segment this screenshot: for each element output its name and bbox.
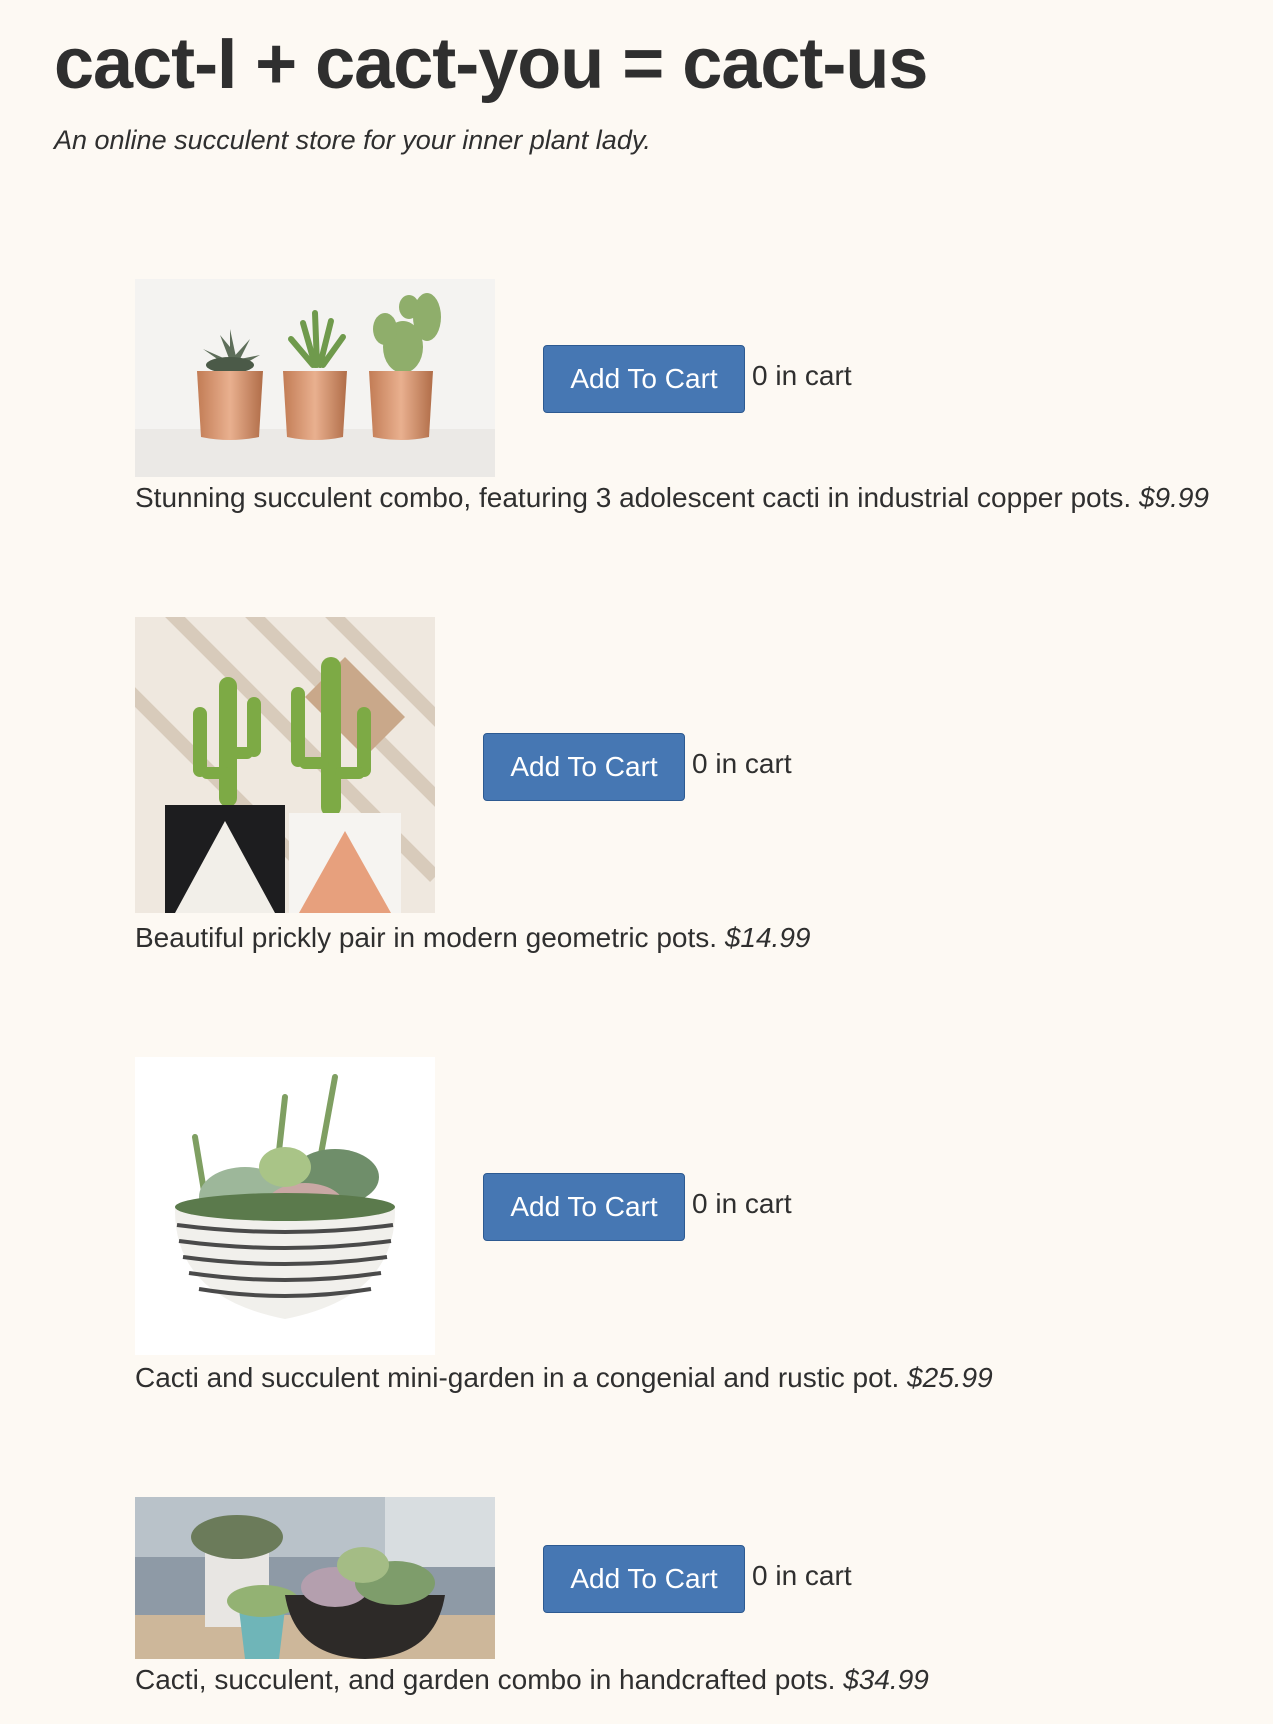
description-text: Beautiful prickly pair in modern geometr…: [135, 922, 718, 953]
product-description: Stunning succulent combo, featuring 3 ad…: [135, 478, 1209, 518]
handcrafted-pots-succulents-photo: [135, 1497, 495, 1659]
copper-pots-cacti-photo: [135, 279, 495, 477]
product-description: Beautiful prickly pair in modern geometr…: [135, 918, 810, 958]
add-to-cart-button[interactable]: Add To Cart: [543, 345, 745, 413]
product-description: Cacti, succulent, and garden combo in ha…: [135, 1660, 929, 1700]
geometric-pots-cacti-photo: [135, 617, 435, 913]
add-to-cart-button[interactable]: Add To Cart: [483, 733, 685, 801]
site-title: cact-I + cact-you = cact-us: [54, 24, 928, 104]
add-to-cart-button[interactable]: Add To Cart: [543, 1545, 745, 1613]
cart-count: 0 in cart: [692, 748, 792, 779]
description-text: Cacti and succulent mini-garden in a con…: [135, 1362, 900, 1393]
striped-bowl-succulents-photo: [135, 1057, 435, 1355]
product-price: $9.99: [1138, 482, 1210, 513]
cart-count: 0 in cart: [752, 360, 852, 391]
description-text: Stunning succulent combo, featuring 3 ad…: [135, 482, 1132, 513]
cart-count: 0 in cart: [692, 1188, 792, 1219]
cart-count: 0 in cart: [752, 1560, 852, 1591]
product-price: $34.99: [843, 1664, 929, 1695]
product-description: Cacti and succulent mini-garden in a con…: [135, 1358, 993, 1398]
product-price: $25.99: [907, 1362, 993, 1393]
site-tagline: An online succulent store for your inner…: [54, 125, 651, 155]
add-to-cart-button[interactable]: Add To Cart: [483, 1173, 685, 1241]
product-price: $14.99: [724, 922, 811, 953]
description-text: Cacti, succulent, and garden combo in ha…: [135, 1664, 836, 1695]
